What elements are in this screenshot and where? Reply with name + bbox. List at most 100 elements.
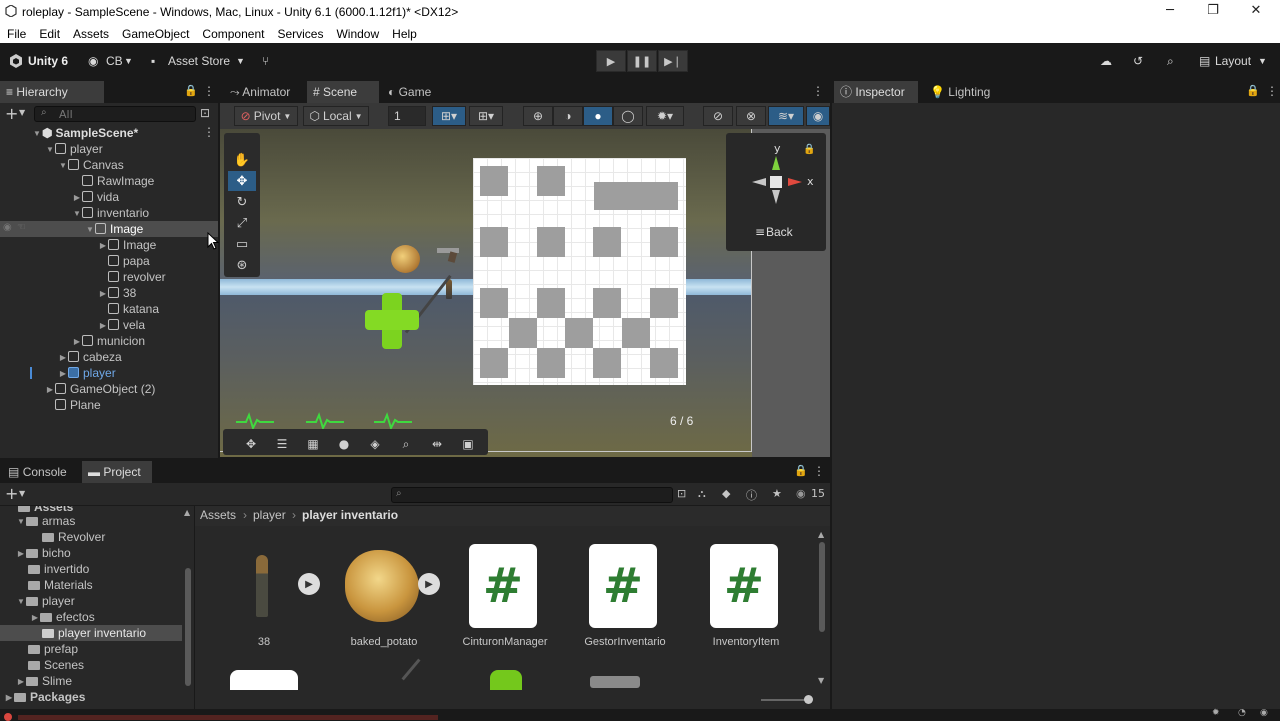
hierarchy-row-cabeza[interactable]: ▶ cabeza [58, 349, 122, 365]
hierarchy-row-inventario[interactable]: ▼ inventario [72, 205, 149, 221]
visibility-icon[interactable]: ◉ [3, 222, 12, 233]
tree-item-player[interactable]: ▼ player [16, 593, 75, 609]
gizmos-toggle-button[interactable]: ◉ [806, 106, 830, 126]
asset-partial-cross[interactable] [490, 670, 522, 690]
tree-item-bicho[interactable]: ▶ bicho [16, 545, 71, 561]
hierarchy-row-rawimage[interactable]: RawImage [72, 173, 154, 189]
scene-viewport[interactable]: 6 / 6 [220, 129, 830, 457]
hierarchy-row-revolver[interactable]: revolver [98, 269, 166, 285]
expand-asset-icon[interactable]: ▶ [418, 573, 440, 595]
menu-services[interactable]: Services [270, 27, 329, 41]
asset-baked-potato[interactable]: ▶ baked_potato [334, 540, 440, 650]
lock-icon[interactable]: 🔒 [1246, 84, 1260, 97]
audio-toggle-button[interactable]: ⊘ [703, 106, 733, 126]
project-search-input[interactable]: ⌕ [391, 487, 673, 503]
asset-38[interactable]: ▶ 38 [214, 540, 320, 650]
hierarchy-row-player[interactable]: ▼ player [45, 141, 103, 157]
tab-project[interactable]: ▬ Project [82, 461, 152, 483]
tab-animator[interactable]: ⤳ Animator [224, 81, 304, 103]
tree-item-invertido[interactable]: invertido [28, 561, 89, 577]
transform-tool-icon[interactable]: ⊛ [228, 255, 256, 275]
tree-item-revolver[interactable]: Revolver [42, 529, 105, 545]
unity-version-button[interactable]: Unity 6 [28, 54, 68, 68]
menu-assets[interactable]: Assets [66, 27, 115, 41]
asset-inventory-item[interactable]: # InventoryItem [696, 540, 796, 650]
add-icon[interactable]: + [5, 104, 18, 123]
more-menu-icon[interactable]: ⋮ [813, 464, 825, 478]
account-icon[interactable]: ◉ [88, 54, 98, 68]
tab-lighting[interactable]: 💡 Lighting [924, 81, 1004, 103]
tree-item-prefap[interactable]: prefap [28, 641, 78, 657]
history-icon[interactable]: ↺ [1133, 54, 1143, 68]
tab-console[interactable]: ▤ Console [2, 461, 78, 483]
scroll-down-icon[interactable]: ▼ [818, 676, 824, 685]
scrollbar-thumb[interactable] [819, 542, 825, 632]
tab-game[interactable]: ◐ Game [382, 81, 446, 103]
gizmo-back-label[interactable]: Back [766, 225, 793, 239]
gizmos-dropdown[interactable]: ≋▾ [768, 106, 804, 126]
filter-icon[interactable]: ⊡ [200, 106, 210, 120]
rect-tool-icon[interactable]: ▭ [228, 234, 256, 254]
asset-cinturon-manager[interactable]: # CinturonManager [455, 540, 555, 650]
layout-dropdown[interactable]: Layout [1215, 54, 1251, 68]
hierarchy-row-katana[interactable]: katana [98, 301, 159, 317]
tree-item-packages[interactable]: ▶ Packages [4, 689, 85, 705]
account-button[interactable]: CB [106, 54, 123, 68]
lock-icon[interactable]: 🔒 [184, 84, 198, 97]
lock-icon[interactable]: 🔒 [794, 464, 808, 477]
hierarchy-row-canvas[interactable]: ▼ Canvas [58, 157, 124, 173]
2d-mode-button[interactable]: ● [583, 106, 613, 126]
menu-file[interactable]: File [0, 27, 32, 41]
menu-gameobject[interactable]: GameObject [115, 27, 195, 41]
asset-store-button[interactable]: Asset Store [168, 54, 230, 68]
menu-help[interactable]: Help [385, 27, 423, 41]
scrollbar-thumb[interactable] [185, 568, 191, 686]
label-icon[interactable]: ◆ [722, 487, 730, 500]
hierarchy-row-vela[interactable]: ▶ vela [98, 317, 145, 333]
rotate-tool-icon[interactable]: ↻ [228, 192, 256, 212]
breadcrumb-player[interactable]: player [253, 506, 286, 524]
tab-scene[interactable]: # Scene [307, 81, 379, 103]
hierarchy-search-input[interactable]: ⌕ All [34, 106, 196, 122]
camera-icon[interactable]: ▣ [454, 435, 482, 453]
tab-inspector[interactable]: ⓘ Inspector [834, 81, 918, 103]
filter-type-icon[interactable]: ⛬ [698, 487, 706, 501]
debug-icon[interactable]: ✹ [1212, 708, 1220, 718]
more-menu-icon[interactable]: ⋮ [1266, 84, 1278, 98]
asset-partial-revolver[interactable] [590, 676, 640, 688]
scroll-up-icon[interactable]: ▲ [818, 530, 824, 539]
tree-item-player-inventario[interactable]: player inventario [42, 625, 146, 641]
minimize-button[interactable]: ─ [1150, 0, 1190, 24]
tree-scrollbar[interactable]: ▲ [184, 508, 192, 696]
eye-hidden-icon[interactable]: ◉ [796, 487, 806, 500]
hierarchy-row-image[interactable]: ▼ Image [85, 221, 143, 237]
circle-icon[interactable]: ● [330, 435, 358, 453]
menu-window[interactable]: Window [329, 27, 385, 41]
hierarchy-row-image-child[interactable]: ▶ Image [98, 237, 156, 253]
assets-scrollbar[interactable]: ▲ ▼ [818, 530, 826, 688]
grid-icon[interactable]: ▦ [299, 435, 327, 453]
axis-gizmo-icon[interactable] [748, 152, 808, 210]
version-control-icon[interactable]: ⑂ [262, 54, 269, 68]
hierarchy-row-papa[interactable]: papa [98, 253, 150, 269]
more-menu-icon[interactable]: ⋮ [203, 125, 215, 139]
tree-item-efectos[interactable]: ▶ efectos [30, 609, 95, 625]
snap-increment-button[interactable]: ⊞▾ [469, 106, 503, 126]
shaded-mode-button[interactable]: ◑ [553, 106, 583, 126]
add-icon[interactable]: + [5, 484, 18, 503]
pan-icon[interactable]: ⇹ [423, 435, 451, 453]
hierarchy-row-player-prefab[interactable]: ▶ player [58, 365, 116, 381]
pivot-icon[interactable]: ◈ [361, 435, 389, 453]
tree-item-armas[interactable]: ▼ armas [16, 513, 75, 529]
more-menu-icon[interactable]: ⋮ [203, 84, 215, 98]
asset-gestor-inventario[interactable]: # GestorInventario [575, 540, 675, 650]
sliders-icon[interactable]: ☰ [268, 435, 296, 453]
pivot-dropdown[interactable]: ⊘ Pivot ▼ [234, 106, 298, 126]
visibility-toggle-button[interactable]: ⊗ [736, 106, 766, 126]
hierarchy-row-38[interactable]: ▶ 38 [98, 285, 136, 301]
hierarchy-row-plane[interactable]: Plane [45, 397, 101, 413]
effects-dropdown[interactable]: ✹▾ [646, 106, 684, 126]
grid-snap-field[interactable]: 1 [388, 106, 426, 126]
close-button[interactable]: ✕ [1236, 0, 1276, 24]
bell-icon[interactable]: ◉ [1260, 708, 1268, 718]
